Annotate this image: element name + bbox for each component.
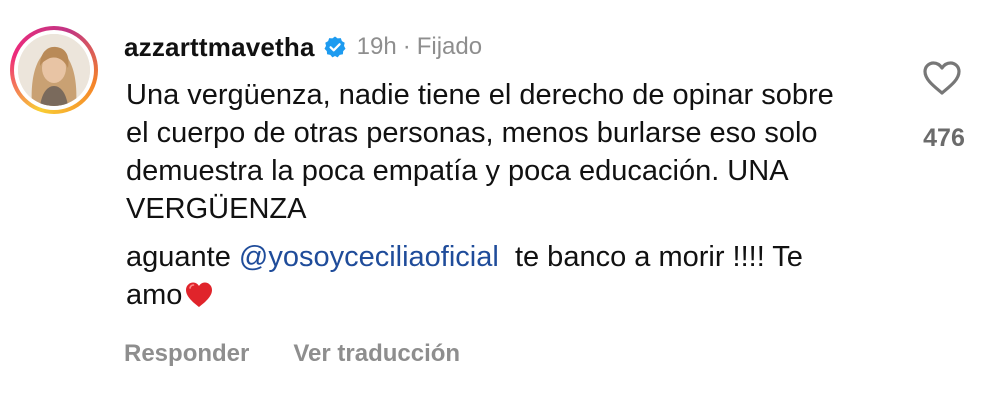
avatar-image [18,34,90,106]
comment-meta: 19h · Fijado [357,33,482,61]
comment-paragraph-2-before: aguante [126,241,239,273]
verified-badge-icon [323,35,347,59]
pinned-label: Fijado [416,33,483,60]
avatar[interactable] [10,26,98,114]
like-count: 476 [923,124,965,152]
comment-paragraph-2: aguante @yosoyceciliaoficial te banco a … [126,238,846,314]
comment-text: Una vergüenza, nadie tiene el derecho de… [126,76,846,314]
username[interactable]: azzarttmavetha [124,32,315,63]
reply-button[interactable]: Responder [124,340,249,368]
see-translation-button[interactable]: Ver traducción [293,340,460,368]
comment-paragraph-1: Una vergüenza, nadie tiene el derecho de… [126,79,834,225]
mention-link[interactable]: @yosoyceciliaoficial [239,241,499,273]
avatar-ring-gap [14,30,94,110]
heart-outline-icon[interactable] [922,60,962,96]
red-heart-emoji-icon [184,281,214,309]
comment: azzarttmavetha 19h · Fijado Una vergüenza,… [0,0,992,409]
comment-time: 19h [356,33,397,60]
meta-separator: · [402,33,411,60]
comment-header: azzarttmavetha 19h · Fijado [124,30,482,64]
comment-actions: Responder Ver traducción [124,340,460,368]
